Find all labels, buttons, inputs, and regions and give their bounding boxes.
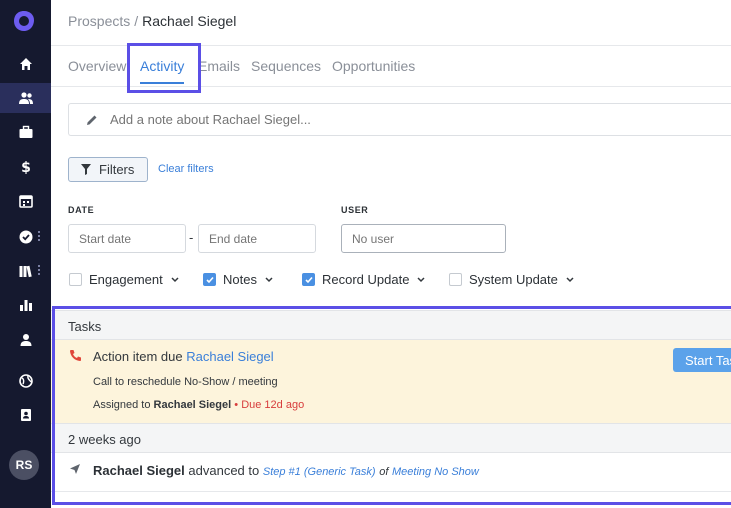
opportunities-dollar-icon[interactable]: $ — [0, 152, 51, 182]
breadcrumb-prospects-link[interactable]: Prospects — [68, 13, 130, 29]
notes-checkbox[interactable] — [203, 273, 216, 286]
breadcrumb-current: Rachael Siegel — [142, 13, 237, 29]
user-filter-label: USER — [341, 205, 369, 215]
start-date-field[interactable] — [68, 224, 186, 253]
note-input[interactable] — [108, 111, 612, 128]
start-date-input[interactable] — [69, 225, 185, 252]
filter-funnel-icon — [81, 164, 91, 175]
library-icon[interactable] — [0, 256, 51, 286]
tab-sequences[interactable]: Sequences — [251, 58, 321, 74]
filters-button[interactable]: Filters — [68, 157, 148, 182]
reports-bar-chart-icon[interactable] — [0, 290, 51, 320]
record-update-label: Record Update — [322, 272, 410, 287]
calendar-icon[interactable] — [0, 186, 51, 216]
outreach-logo-icon[interactable] — [12, 9, 36, 33]
tab-emails[interactable]: Emails — [198, 58, 240, 74]
user-input[interactable] — [342, 225, 505, 252]
add-note-field[interactable] — [68, 103, 731, 136]
engagement-checkbox[interactable] — [69, 273, 82, 286]
clear-filters-link[interactable]: Clear filters — [158, 163, 214, 175]
tab-opportunities[interactable]: Opportunities — [332, 58, 415, 74]
filter-notes[interactable]: Notes — [203, 272, 273, 287]
prospects-icon[interactable] — [0, 83, 51, 113]
tasks-check-icon[interactable] — [0, 222, 51, 252]
date-range-separator: - — [189, 230, 194, 245]
profile-icon[interactable] — [0, 325, 51, 355]
home-icon[interactable] — [0, 49, 51, 79]
svg-text:$: $ — [21, 160, 31, 175]
sidebar: $ RS — [0, 0, 51, 508]
breadcrumb-separator: / — [134, 13, 139, 29]
chevron-down-icon[interactable] — [417, 276, 425, 283]
tab-overview[interactable]: Overview — [68, 58, 126, 74]
notes-label: Notes — [223, 272, 257, 287]
chevron-down-icon[interactable] — [566, 276, 574, 283]
system-update-label: System Update — [469, 272, 558, 287]
chevron-down-icon[interactable] — [171, 276, 179, 283]
filter-engagement[interactable]: Engagement — [69, 272, 179, 287]
end-date-field[interactable] — [198, 224, 316, 253]
chevron-down-icon[interactable] — [265, 276, 273, 283]
more-dots-icon[interactable] — [38, 231, 40, 243]
breadcrumb: Prospects / Rachael Siegel — [68, 13, 236, 29]
contacts-book-icon[interactable] — [0, 400, 51, 430]
user-avatar[interactable]: RS — [9, 450, 39, 480]
record-update-checkbox[interactable] — [302, 273, 315, 286]
filters-button-label: Filters — [99, 162, 135, 177]
engagement-label: Engagement — [89, 272, 163, 287]
filter-system-update[interactable]: System Update — [449, 272, 574, 287]
activity-panel-highlight — [52, 306, 731, 505]
user-select[interactable] — [341, 224, 506, 253]
system-update-checkbox[interactable] — [449, 273, 462, 286]
accounts-briefcase-icon[interactable] — [0, 117, 51, 147]
end-date-input[interactable] — [199, 225, 315, 252]
pencil-icon — [87, 115, 97, 125]
date-filter-label: DATE — [68, 205, 95, 215]
filter-record-update[interactable]: Record Update — [302, 272, 425, 287]
globe-icon[interactable] — [0, 366, 51, 396]
activity-tab-highlight — [127, 43, 201, 93]
more-dots-icon[interactable] — [38, 265, 40, 277]
